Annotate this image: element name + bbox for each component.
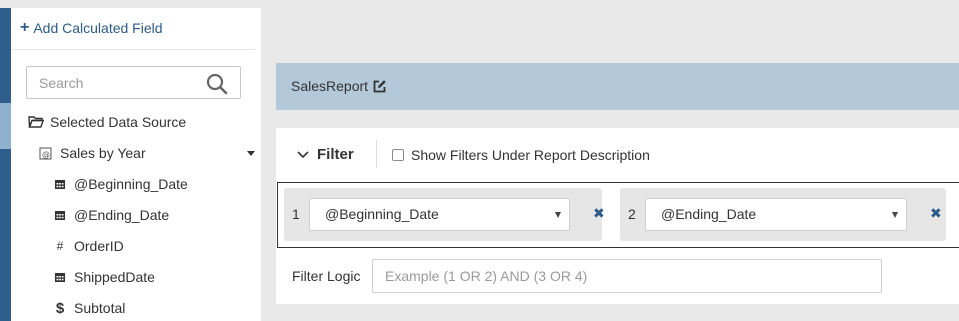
left-rail bbox=[0, 8, 11, 321]
filter-index: 1 bbox=[292, 206, 300, 222]
filter-logic-input[interactable] bbox=[372, 259, 882, 293]
field-item[interactable]: @Beginning_Date bbox=[52, 176, 188, 192]
dropdown-arrow-icon bbox=[892, 212, 898, 218]
field-item[interactable]: # OrderID bbox=[52, 238, 124, 254]
remove-filter-icon[interactable]: ✖ bbox=[593, 206, 605, 220]
svg-text:@: @ bbox=[42, 150, 50, 159]
field-label: Subtotal bbox=[74, 300, 126, 316]
filter-list: 1 @Beginning_Date ✖ 2 @Ending_Date ✖ bbox=[277, 182, 959, 248]
calendar-icon bbox=[52, 207, 68, 223]
dropdown-arrow-icon bbox=[555, 212, 561, 218]
filter-field-select[interactable]: @Ending_Date bbox=[645, 198, 907, 231]
add-calculated-field-button[interactable]: + Add Calculated Field bbox=[20, 19, 163, 37]
chevron-down-icon[interactable] bbox=[247, 151, 255, 156]
search-input[interactable] bbox=[27, 67, 207, 98]
filter-item: 1 @Beginning_Date ✖ bbox=[284, 188, 605, 241]
dollar-icon: $ bbox=[55, 299, 65, 317]
data-source-label: Selected Data Source bbox=[50, 114, 187, 130]
remove-filter-icon[interactable]: ✖ bbox=[930, 206, 942, 220]
show-filters-option[interactable]: Show Filters Under Report Description bbox=[392, 147, 650, 163]
hash-icon: # bbox=[56, 239, 64, 253]
divider bbox=[376, 140, 377, 168]
edit-icon[interactable] bbox=[372, 79, 387, 94]
filter-title: Filter bbox=[317, 146, 354, 163]
filter-index: 2 bbox=[628, 206, 636, 222]
chevron-down-icon bbox=[297, 150, 309, 158]
selected-data-source[interactable]: Selected Data Source bbox=[28, 114, 186, 130]
field-label: OrderID bbox=[74, 238, 124, 254]
left-rail-active-indicator bbox=[0, 103, 11, 149]
add-calculated-field-label: Add Calculated Field bbox=[33, 20, 163, 36]
search-box bbox=[26, 66, 241, 99]
dataset-label: Sales by Year bbox=[60, 145, 146, 161]
field-item[interactable]: @Ending_Date bbox=[52, 207, 169, 223]
folder-open-icon bbox=[28, 114, 44, 130]
dataset-sales-by-year[interactable]: @ Sales by Year bbox=[38, 145, 146, 161]
filter-field-value: @Ending_Date bbox=[661, 206, 757, 222]
calendar-icon bbox=[52, 176, 68, 192]
field-label: ShippedDate bbox=[74, 269, 155, 285]
filter-toggle[interactable]: Filter bbox=[297, 146, 354, 163]
stored-procedure-icon: @ bbox=[38, 145, 54, 161]
divider bbox=[11, 49, 255, 50]
show-filters-label: Show Filters Under Report Description bbox=[411, 147, 650, 163]
filter-panel: Filter Show Filters Under Report Descrip… bbox=[276, 128, 959, 304]
report-title[interactable]: SalesReport bbox=[291, 78, 387, 94]
field-label: @Ending_Date bbox=[74, 207, 170, 223]
show-filters-checkbox[interactable] bbox=[392, 149, 404, 161]
filter-logic-label: Filter Logic bbox=[292, 268, 361, 284]
calendar-icon bbox=[52, 269, 68, 285]
fields-panel: + Add Calculated Field Selected Data Sou… bbox=[11, 8, 261, 321]
report-header: SalesReport bbox=[276, 63, 959, 110]
filter-field-value: @Beginning_Date bbox=[325, 206, 439, 222]
filter-field-select[interactable]: @Beginning_Date bbox=[309, 198, 570, 231]
search-icon[interactable] bbox=[206, 73, 228, 95]
field-item[interactable]: $ Subtotal bbox=[52, 299, 126, 317]
plus-icon: + bbox=[20, 19, 30, 36]
field-label: @Beginning_Date bbox=[74, 176, 188, 192]
filter-item: 2 @Ending_Date ✖ bbox=[620, 188, 946, 241]
report-name: SalesReport bbox=[291, 78, 369, 94]
field-item[interactable]: ShippedDate bbox=[52, 269, 155, 285]
